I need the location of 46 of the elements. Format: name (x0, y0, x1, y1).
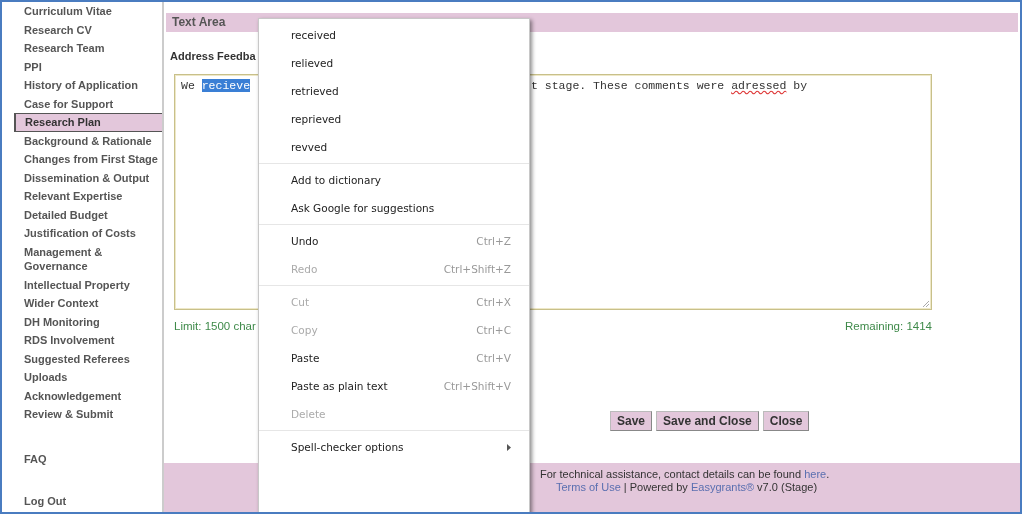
sidebar-item[interactable]: Management & Governance (14, 242, 164, 276)
menu-item[interactable]: relieved (259, 49, 529, 77)
footer-text: Terms of Use | Powered by Easygrants® v7.0 (Stage) (556, 481, 818, 494)
remaining-count: Remaining: 1414 (845, 320, 932, 332)
submenu-arrow-icon (507, 443, 511, 451)
sidebar-item[interactable]: Wider Context (14, 294, 164, 313)
menu-item[interactable]: Paste Ctrl+V (259, 344, 529, 372)
resize-grip-icon[interactable] (922, 300, 930, 308)
menu-item[interactable]: Undo Ctrl+Z (259, 227, 529, 255)
form-button[interactable]: Save (610, 411, 653, 431)
menu-item[interactable]: Ask Google for suggestions (259, 194, 529, 222)
field-label: Address Feedba (170, 50, 256, 62)
menu-item[interactable]: retrieved (259, 77, 529, 105)
textarea-text: We recieve (181, 79, 251, 92)
sidebar-item[interactable]: Review & Submit (14, 405, 164, 424)
sidebar-item[interactable]: Suggested Referees (14, 349, 164, 368)
sidebar-item[interactable]: PPI (14, 57, 164, 76)
sidebar-item[interactable]: Background & Rationale (14, 131, 164, 150)
sidebar-item[interactable]: Changes from First Stage (14, 150, 164, 169)
sidebar-item[interactable]: Relevant Expertise (14, 187, 164, 206)
sidebar-item[interactable]: Dissemination & Output (14, 168, 164, 187)
sidebar-item[interactable]: History of Application (14, 76, 164, 95)
menu-item[interactable]: Add to dictionary (259, 166, 529, 194)
form-button[interactable]: Close (762, 411, 810, 431)
footer-text: For technical assistance, contact details can be found here. (540, 468, 830, 481)
sidebar-item[interactable]: Uploads (14, 368, 164, 387)
sidebar-item[interactable]: Curriculum Vitae (14, 2, 164, 21)
form-button[interactable]: Save and Close (656, 411, 759, 431)
faq-link[interactable]: FAQ (14, 449, 164, 468)
limit-text: Limit: 1500 char (174, 320, 256, 332)
sidebar-item[interactable]: Research Plan (14, 113, 164, 132)
menu-item[interactable]: reprieved (259, 105, 529, 133)
sidebar-item[interactable]: Intellectual Property (14, 275, 164, 294)
sidebar-item[interactable]: Justification of Costs (14, 224, 164, 243)
textarea-text: t stage. These comments were adressed by (531, 79, 808, 92)
sidebar-item[interactable]: RDS Involvement (14, 331, 164, 350)
menu-item[interactable]: revved (259, 133, 529, 161)
logout-link[interactable]: Log Out (14, 491, 164, 510)
sidebar-item[interactable]: Detailed Budget (14, 205, 164, 224)
sidebar-item[interactable]: Acknowledgement (14, 386, 164, 405)
sidebar-item[interactable]: Case for Support (14, 94, 164, 113)
menu-item[interactable]: Paste as plain text Ctrl+Shift+V (259, 372, 529, 400)
menu-item[interactable]: Spell-checker options (259, 433, 529, 461)
sidebar-item[interactable]: DH Monitoring (14, 312, 164, 331)
sidebar-item[interactable]: Research CV (14, 20, 164, 39)
sidebar-item[interactable]: Research Team (14, 39, 164, 58)
